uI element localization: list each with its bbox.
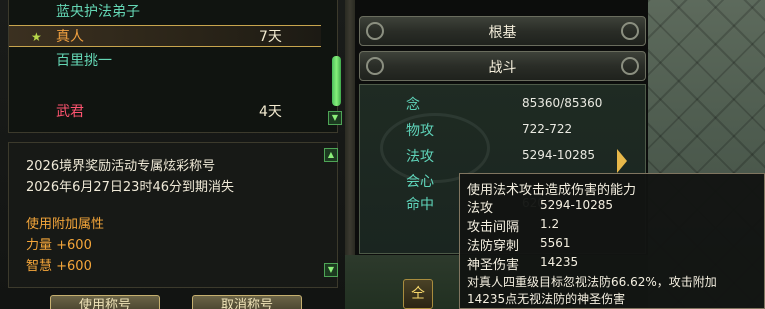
ornament-icon [621, 22, 639, 40]
section-label: 根基 [488, 25, 517, 41]
list-item-name: 武君 [56, 104, 84, 120]
ornament-icon [621, 57, 639, 75]
list-item-selected[interactable]: ★ 真人 7天 [9, 25, 321, 47]
tooltip-description-line1: 对真人四重级目标忽视法防66.62%，攻击附加 [467, 275, 717, 289]
detail-scrollbar[interactable] [324, 147, 340, 277]
scroll-up-icon[interactable]: ▲ [324, 148, 338, 162]
scroll-down-icon[interactable]: ▼ [328, 111, 342, 125]
tooltip-title: 使用法术攻击造成伤害的能力 [467, 183, 637, 198]
bonus-wisdom: 智慧 +600 [26, 259, 92, 274]
section-combat[interactable]: 战斗 [359, 51, 646, 81]
use-title-button[interactable]: 使用称号 [50, 295, 160, 309]
section-foundation[interactable]: 根基 [359, 16, 646, 46]
tooltip-label: 攻击间隔 [467, 220, 520, 235]
tooltip-label: 神圣伤害 [467, 258, 520, 273]
tooltip-label: 法攻 [467, 201, 494, 216]
tooltip-label: 法防穿刺 [467, 239, 520, 254]
list-item[interactable]: 百里挑一 [9, 50, 321, 72]
list-item-days: 7天 [259, 29, 282, 45]
stat-value: 85360/85360 [522, 96, 603, 110]
stat-label: 会心 [406, 174, 434, 190]
cancel-title-button[interactable]: 取消称号 [192, 295, 302, 309]
stat-value: 722-722 [522, 122, 573, 136]
list-item-name: 真人 [56, 29, 84, 45]
skill-glyph: 仝 [411, 286, 425, 302]
bonus-heading: 使用附加属性 [26, 217, 105, 232]
title-description: 2026境界奖励活动专属炫彩称号 [26, 159, 216, 174]
stat-label: 命中 [406, 197, 434, 213]
title-expiry: 2026年6月27日23时46分到期消失 [26, 180, 234, 195]
skill-slot-icon[interactable]: 仝 [403, 279, 433, 309]
list-item[interactable]: 武君 4天 [9, 101, 321, 123]
tooltip-value: 5294-10285 [540, 198, 614, 212]
stat-label: 念 [406, 97, 420, 113]
title-detail-panel: 2026境界奖励活动专属炫彩称号 2026年6月27日23时46分到期消失 使用… [8, 142, 338, 288]
bonus-strength: 力量 +600 [26, 238, 92, 253]
title-list-panel: 蓝央护法弟子 ★ 真人 7天 百里挑一 武君 4天 ▼ [8, 0, 342, 133]
stat-label[interactable]: 法攻 [406, 146, 434, 166]
list-item-days: 4天 [259, 104, 282, 120]
tooltip-value: 5561 [540, 236, 571, 250]
list-item[interactable]: 蓝央护法弟子 [9, 1, 321, 23]
stat-tooltip: 使用法术攻击造成伤害的能力 法攻 5294-10285 攻击间隔 1.2 法防穿… [459, 173, 765, 309]
section-label: 战斗 [488, 60, 517, 76]
scroll-down-icon[interactable]: ▼ [324, 263, 338, 277]
list-item-name: 百里挑一 [56, 53, 112, 69]
tooltip-value: 1.2 [540, 217, 560, 231]
star-icon: ★ [31, 30, 42, 44]
tooltip-value: 14235 [540, 255, 579, 269]
expand-arrow-icon[interactable] [617, 149, 627, 173]
tooltip-description-line2: 14235点无视法防的神圣伤害 [467, 292, 626, 306]
stat-value: 5294-10285 [522, 148, 596, 162]
list-scrollbar-thumb[interactable] [332, 56, 341, 106]
list-item-name: 蓝央护法弟子 [56, 4, 140, 20]
stat-label: 物攻 [406, 123, 434, 139]
